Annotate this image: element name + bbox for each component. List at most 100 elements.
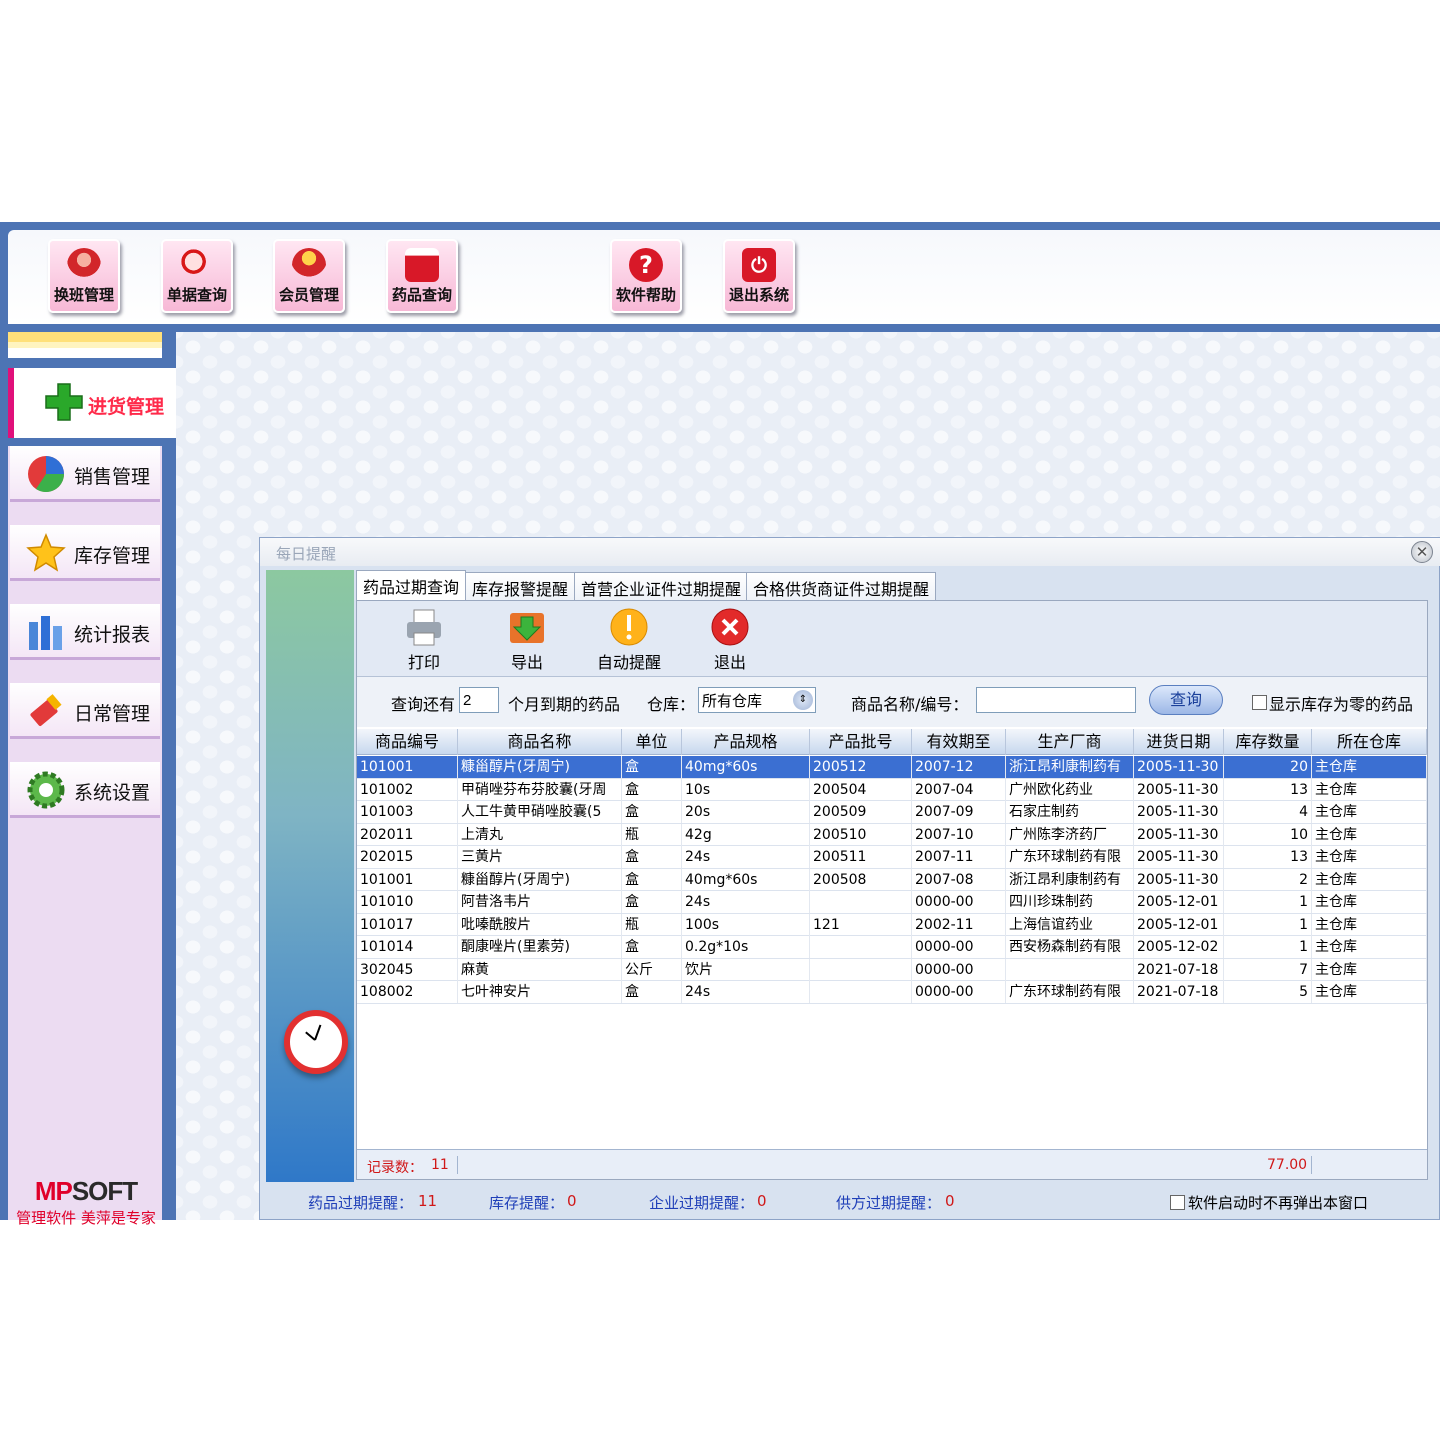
cell-manufacturer: 广东环球制药有限 <box>1006 846 1134 868</box>
table-row[interactable]: 202011 上清丸瓶 42g 200510 2007-10 广州陈李济药厂 2005-11… <box>357 823 1427 846</box>
sidebar-item-purchase-management[interactable]: 进货管理 <box>8 368 176 438</box>
table-row[interactable]: 101014 酮康唑片(里素劳) 盒 0.2g*10s 0000-00 西安杨森制药有限 2… <box>357 936 1427 959</box>
cell-expiry-date: 2007-09 <box>912 801 1006 823</box>
column-header-purchase-date[interactable]: 进货日期 <box>1134 729 1224 755</box>
member-management-button[interactable]: 会员管理 <box>273 239 345 313</box>
column-header-product-name[interactable]: 商品名称 <box>458 729 622 755</box>
software-help-button[interactable]: ? 软件帮助 <box>610 239 682 313</box>
table-row[interactable]: 101001 糠甾醇片(牙周宁) 盒 40mg*60s 200512 2007-12 浙江昂… <box>357 756 1427 779</box>
cell-purchase-date: 2005-12-02 <box>1134 936 1224 958</box>
column-header-spec[interactable]: 产品规格 <box>682 729 810 755</box>
query-button[interactable]: 查询 <box>1149 685 1223 715</box>
stock-reminder-value: 0 <box>567 1192 577 1210</box>
pie-chart-icon <box>28 456 65 493</box>
cell-purchase-date: 2005-12-01 <box>1134 913 1224 936</box>
cell-spec: 20s <box>682 801 810 823</box>
column-header-unit[interactable]: 单位 <box>622 729 682 755</box>
cell-warehouse: 主仓库 <box>1312 891 1427 913</box>
cell-manufacturer: 广州陈李济药厂 <box>1006 823 1134 846</box>
cell-manufacturer: 浙江昂利康制药有 <box>1006 868 1134 891</box>
warehouse-select[interactable]: 所有仓库 ⇕ <box>698 687 816 713</box>
cell-warehouse: 主仓库 <box>1312 846 1427 868</box>
brand-logo: MPSOFT <box>34 1176 138 1206</box>
sidebar-item-statistics-report[interactable]: 统计报表 <box>10 604 160 660</box>
auto-remind-button[interactable]: 自动提醒 <box>592 605 666 675</box>
dialog-status-bar: 药品过期提醒： 11 库存提醒： 0 企业过期提醒： 0 供方过期提醒： 0 软… <box>260 1183 1440 1219</box>
close-icon[interactable]: ✕ <box>1411 541 1433 563</box>
warehouse-label: 仓库： <box>647 695 696 714</box>
column-header-stock-qty[interactable]: 库存数量 <box>1224 729 1312 755</box>
sidebar-item-daily-management[interactable]: 日常管理 <box>10 683 160 739</box>
tab-drug-expiry[interactable]: 药品过期查询 <box>356 570 467 601</box>
dialog-title-bar[interactable]: 每日提醒 ✕ <box>260 538 1440 566</box>
bill-query-button[interactable]: 单据查询 <box>161 239 233 313</box>
sidebar-item-system-settings[interactable]: 系统设置 <box>10 762 160 818</box>
print-button[interactable]: 打印 <box>387 605 461 675</box>
sidebar-menu: 销售管理 库存管理 统计报表 日常管理 系统设置 MPSOFT 管理软件 美萍是… <box>8 446 162 1227</box>
table-row[interactable]: 202015 三黄片盒 24s 200511 2007-11 广东环球制药有限 2005-1… <box>357 846 1427 869</box>
table-row[interactable]: 101017 吡嗪酰胺片瓶 100s 121 2002-11 上海信谊药业 2005-12-… <box>357 913 1427 936</box>
cell-product-code: 202011 <box>357 823 458 846</box>
cell-product-name: 麻黄 <box>458 958 622 981</box>
sidebar-item-sales-management[interactable]: 销售管理 <box>10 446 160 502</box>
table-row[interactable]: 101001 糠甾醇片(牙周宁) 盒 40mg*60s 200508 2007-08 浙江昂… <box>357 868 1427 891</box>
cell-spec: 40mg*60s <box>682 868 810 891</box>
supplier-expiry-value: 0 <box>945 1192 955 1210</box>
tab-pane: 打印 导出 自动提醒 退出 查询还有 2 个月到期的药品 仓库： 所有仓库 ⇕ … <box>356 600 1428 1180</box>
sidebar-item-inventory-management[interactable]: 库存管理 <box>10 525 160 581</box>
cell-unit: 盒 <box>622 936 682 958</box>
show-zero-stock-checkbox[interactable] <box>1252 695 1267 710</box>
cell-unit: 盒 <box>622 891 682 913</box>
alert-icon <box>610 608 648 646</box>
cell-warehouse: 主仓库 <box>1312 981 1427 1003</box>
no-popup-checkbox[interactable] <box>1170 1195 1185 1210</box>
cell-product-code: 101001 <box>357 868 458 891</box>
export-button[interactable]: 导出 <box>490 605 564 675</box>
exit-system-button[interactable]: ⏻ 退出系统 <box>723 239 795 313</box>
printer-icon <box>407 609 441 646</box>
cell-product-code: 101001 <box>357 756 458 778</box>
cell-warehouse: 主仓库 <box>1312 756 1427 778</box>
cell-batch-no <box>810 891 912 913</box>
shift-management-button[interactable]: 换班管理 <box>48 239 120 313</box>
table-row[interactable]: 101010 阿昔洛韦片盒 24s 0000-00 四川珍珠制药 2005-12-01 1 主… <box>357 891 1427 914</box>
cell-product-name: 糠甾醇片(牙周宁) <box>458 756 622 778</box>
table-row[interactable]: 101002 甲硝唑芬布芬胶囊(牙周盒 10s 200504 2007-04 广州欧化药业… <box>357 778 1427 801</box>
company-expiry-value: 0 <box>757 1192 767 1210</box>
cell-manufacturer: 浙江昂利康制药有 <box>1006 756 1134 778</box>
top-toolbar: 换班管理 单据查询 会员管理 药品查询 ? 软件帮助 ⏻ 退出系统 <box>8 230 1440 324</box>
cell-warehouse: 主仓库 <box>1312 868 1427 891</box>
cell-product-name: 吡嗪酰胺片 <box>458 913 622 936</box>
column-header-manufacturer[interactable]: 生产厂商 <box>1006 729 1134 755</box>
product-name-label: 商品名称/编号： <box>851 695 969 714</box>
record-count-value: 11 <box>431 1157 449 1173</box>
tab-supplier-cert-expiry[interactable]: 合格供货商证件过期提醒 <box>746 572 937 600</box>
cell-batch-no: 200512 <box>810 756 912 778</box>
table-row[interactable]: 302045 麻黄 公斤 饮片 0000-00 2021-07-18 7 主仓库 <box>357 958 1427 981</box>
column-header-warehouse[interactable]: 所在仓库 <box>1312 729 1427 755</box>
months-suffix-label: 个月到期的药品 <box>508 695 621 714</box>
cell-expiry-date: 0000-00 <box>912 936 1006 958</box>
plus-icon <box>45 383 83 421</box>
cell-batch-no: 200508 <box>810 868 912 891</box>
cell-expiry-date: 2007-08 <box>912 868 1006 891</box>
months-input[interactable] <box>459 687 499 713</box>
cell-product-code: 302045 <box>357 958 458 981</box>
cell-stock-qty: 1 <box>1224 936 1312 958</box>
tab-company-cert-expiry[interactable]: 首营企业证件过期提醒 <box>574 572 749 600</box>
table-row[interactable]: 101003 人工牛黄甲硝唑胶囊(5 盒 20s 200509 2007-09 石家庄制药 2… <box>357 801 1427 824</box>
cell-stock-qty: 4 <box>1224 801 1312 823</box>
member-icon <box>292 248 326 282</box>
tab-stock-alert[interactable]: 库存报警提醒 <box>465 572 576 600</box>
cell-spec: 0.2g*10s <box>682 936 810 958</box>
column-header-product-code[interactable]: 商品编号 <box>357 729 458 755</box>
cell-expiry-date: 2007-11 <box>912 846 1006 868</box>
product-name-input[interactable] <box>976 687 1136 713</box>
column-header-batch-no[interactable]: 产品批号 <box>810 729 912 755</box>
cell-unit: 瓶 <box>622 913 682 936</box>
column-header-expiry-date[interactable]: 有效期至 <box>912 729 1006 755</box>
medicine-query-button[interactable]: 药品查询 <box>386 239 458 313</box>
table-row[interactable]: 108002 七叶神安片盒 24s 0000-00 广东环球制药有限 2021-07-18… <box>357 981 1427 1004</box>
exit-button[interactable]: 退出 <box>693 605 767 675</box>
cell-expiry-date: 2002-11 <box>912 913 1006 936</box>
